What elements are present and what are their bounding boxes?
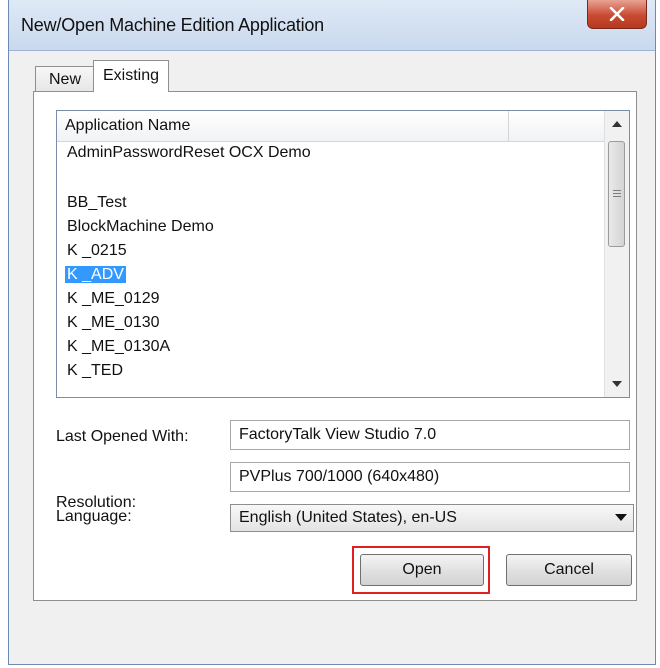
column-header-application-name[interactable]: Application Name bbox=[57, 111, 509, 141]
scroll-down-button[interactable] bbox=[605, 373, 629, 395]
last-opened-with-label: Last Opened With: bbox=[56, 428, 189, 445]
list-item-label: K _ME_0129 bbox=[67, 290, 160, 307]
cancel-button[interactable]: Cancel bbox=[506, 554, 632, 586]
list-item-selected[interactable]: K _ADV bbox=[57, 263, 605, 287]
list-item-label: K _TED bbox=[67, 362, 124, 379]
list-item-label: BlockMachine Demo bbox=[67, 218, 214, 235]
tab-existing[interactable]: Existing bbox=[93, 60, 169, 92]
list-item-label: K _ME_0130 bbox=[67, 314, 160, 331]
list-item-label: AdminPasswordReset OCX Demo bbox=[67, 144, 311, 161]
scrollbar-thumb[interactable] bbox=[608, 141, 625, 247]
list-item[interactable]: K _TED bbox=[57, 359, 605, 383]
list-rows: AdminPasswordReset OCX Demo BB_Test Bloc… bbox=[57, 141, 605, 383]
list-item[interactable]: BlockMachine Demo bbox=[57, 215, 605, 239]
existing-tab-panel: Application Name AdminPasswordReset OCX … bbox=[33, 91, 637, 601]
list-item-label: K _0215 bbox=[67, 242, 127, 259]
dialog-window: New/Open Machine Edition Application New… bbox=[8, 0, 656, 665]
open-button[interactable]: Open bbox=[360, 554, 484, 586]
scroll-up-icon bbox=[612, 121, 622, 127]
list-item-label bbox=[65, 168, 69, 185]
language-label: Language: bbox=[56, 508, 132, 525]
scroll-up-button[interactable] bbox=[605, 113, 629, 135]
dialog-content: New Existing Application Name AdminPassw… bbox=[9, 50, 655, 664]
list-item[interactable]: BB_Test bbox=[57, 191, 605, 215]
list-item[interactable]: K _ME_0129 bbox=[57, 287, 605, 311]
list-item-label: K _ADV bbox=[65, 266, 126, 283]
scroll-down-icon bbox=[612, 381, 622, 387]
vertical-scrollbar[interactable] bbox=[604, 111, 629, 397]
resolution-field: PVPlus 700/1000 (640x480) bbox=[230, 462, 630, 492]
list-item[interactable]: K _0215 bbox=[57, 239, 605, 263]
dropdown-arrow-icon bbox=[615, 514, 627, 521]
list-item[interactable]: AdminPasswordReset OCX Demo bbox=[57, 141, 605, 165]
list-item-label: BB_Test bbox=[67, 194, 127, 211]
title-bar[interactable]: New/Open Machine Edition Application bbox=[9, 0, 655, 51]
close-button[interactable] bbox=[587, 0, 647, 29]
list-item-label: K _ME_0130A bbox=[67, 338, 171, 355]
list-item[interactable]: K _ME_0130 bbox=[57, 311, 605, 335]
window-title: New/Open Machine Edition Application bbox=[21, 15, 324, 35]
last-opened-with-field: FactoryTalk View Studio 7.0 bbox=[230, 420, 630, 450]
close-icon bbox=[609, 7, 625, 21]
list-header: Application Name bbox=[57, 111, 605, 142]
tab-new[interactable]: New bbox=[35, 66, 95, 92]
column-header-empty[interactable] bbox=[509, 111, 605, 141]
language-select-value: English (United States), en-US bbox=[239, 509, 457, 526]
list-item[interactable]: K _ME_0130A bbox=[57, 335, 605, 359]
list-item[interactable] bbox=[57, 165, 605, 191]
application-list[interactable]: Application Name AdminPasswordReset OCX … bbox=[56, 110, 630, 398]
language-select[interactable]: English (United States), en-US bbox=[230, 504, 634, 532]
